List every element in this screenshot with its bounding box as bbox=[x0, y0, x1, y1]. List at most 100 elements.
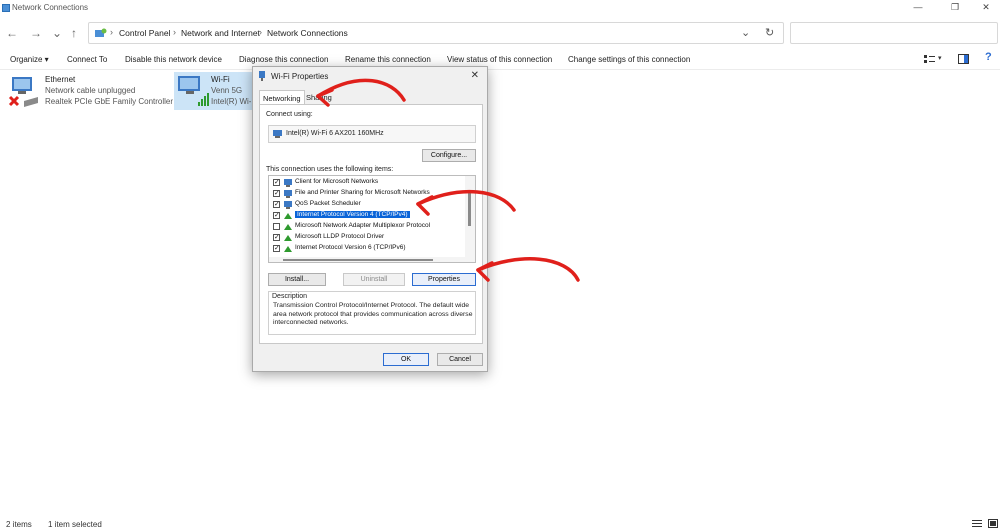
adapter-field: Intel(R) Wi-Fi 6 AX201 160MHz bbox=[268, 125, 476, 143]
component-label: Microsoft Network Adapter Multiplexor Pr… bbox=[295, 222, 431, 229]
list-item[interactable]: ✓ File and Printer Sharing for Microsoft… bbox=[271, 189, 467, 199]
search-input[interactable] bbox=[790, 22, 998, 44]
back-button[interactable]: ← bbox=[4, 26, 20, 40]
window-title: Network Connections bbox=[12, 3, 89, 12]
list-item-selected[interactable]: ✓ Internet Protocol Version 4 (TCP/IPv4) bbox=[271, 211, 467, 221]
cancel-button[interactable]: Cancel bbox=[437, 353, 483, 366]
connect-to-button[interactable]: Connect To bbox=[67, 55, 107, 64]
service-icon bbox=[284, 190, 292, 198]
network-adapter-icon bbox=[273, 130, 282, 138]
uninstall-button[interactable]: Uninstall bbox=[343, 273, 405, 286]
wifi-adapter-icon bbox=[178, 76, 209, 106]
description-text: Transmission Control Protocol/Internet P… bbox=[273, 302, 473, 326]
annotation-arrow bbox=[476, 257, 580, 282]
client-icon bbox=[284, 179, 292, 187]
view-options-icon[interactable] bbox=[924, 54, 936, 65]
rename-connection-button[interactable]: Rename this connection bbox=[345, 55, 431, 64]
networking-tab-panel: Connect using: Intel(R) Wi-Fi 6 AX201 16… bbox=[259, 104, 483, 344]
breadcrumb-separator: › bbox=[110, 27, 113, 37]
list-item[interactable]: ✓ Microsoft LLDP Protocol Driver bbox=[271, 233, 467, 243]
service-icon bbox=[284, 201, 292, 209]
properties-button[interactable]: Properties bbox=[412, 273, 476, 286]
protocol-icon bbox=[284, 235, 292, 241]
wifi-connection-item[interactable]: Wi-Fi Venn 5G Intel(R) Wi-... bbox=[174, 72, 254, 110]
address-dropdown-chevron-icon[interactable]: ⌄ bbox=[741, 26, 750, 39]
item-count: 2 items bbox=[6, 520, 32, 529]
dialog-title: Wi-Fi Properties bbox=[271, 72, 329, 81]
forward-button[interactable]: → bbox=[28, 26, 44, 40]
dialog-close-button[interactable]: ✕ bbox=[471, 70, 479, 81]
disable-device-button[interactable]: Disable this network device bbox=[125, 55, 222, 64]
component-label: Internet Protocol Version 4 (TCP/IPv4) bbox=[295, 211, 410, 218]
breadcrumb-separator: › bbox=[259, 27, 262, 37]
component-checkbox[interactable]: ✓ bbox=[273, 179, 280, 186]
change-settings-button[interactable]: Change settings of this connection bbox=[568, 55, 690, 64]
connection-name: Ethernet bbox=[45, 75, 76, 84]
wifi-properties-dialog: Wi-Fi Properties ✕ Networking Sharing Co… bbox=[252, 66, 488, 372]
list-item[interactable]: Microsoft Network Adapter Multiplexor Pr… bbox=[271, 222, 467, 232]
ethernet-adapter-icon bbox=[8, 77, 38, 107]
component-checkbox[interactable]: ✓ bbox=[273, 212, 280, 219]
component-label: QoS Packet Scheduler bbox=[295, 200, 361, 207]
up-button[interactable]: ↑ bbox=[66, 26, 82, 40]
connection-name: Wi-Fi bbox=[211, 75, 230, 84]
list-item[interactable]: ✓ Internet Protocol Version 6 (TCP/IPv6) bbox=[271, 244, 467, 254]
dialog-tabs: Networking Sharing bbox=[259, 90, 483, 106]
close-button[interactable]: ✕ bbox=[976, 2, 996, 13]
organize-menu[interactable]: Organize ▾ bbox=[10, 55, 49, 64]
protocol-icon bbox=[284, 213, 292, 219]
breadcrumb-control-panel[interactable]: Control Panel bbox=[119, 28, 171, 38]
view-status-button[interactable]: View status of this connection bbox=[447, 55, 552, 64]
component-checkbox[interactable]: ✓ bbox=[273, 234, 280, 241]
connection-adapter: Intel(R) Wi-... bbox=[211, 97, 251, 106]
minimize-button[interactable]: — bbox=[908, 2, 928, 12]
selection-count: 1 item selected bbox=[48, 520, 102, 529]
component-label: Internet Protocol Version 6 (TCP/IPv6) bbox=[295, 244, 406, 251]
breadcrumb-network-connections[interactable]: Network Connections bbox=[267, 28, 348, 38]
component-label: Client for Microsoft Networks bbox=[295, 178, 379, 185]
component-checkbox[interactable]: ✓ bbox=[273, 201, 280, 208]
vertical-scrollbar[interactable] bbox=[465, 176, 475, 262]
breadcrumb-separator: › bbox=[173, 27, 176, 37]
scrollbar-thumb[interactable] bbox=[283, 259, 433, 261]
preview-pane-icon[interactable] bbox=[958, 54, 969, 64]
control-panel-icon bbox=[95, 28, 107, 37]
component-checkbox[interactable]: ✓ bbox=[273, 245, 280, 252]
protocol-icon bbox=[284, 224, 292, 230]
help-icon[interactable]: ? bbox=[985, 51, 992, 63]
components-list[interactable]: ✓ Client for Microsoft Networks ✓ File a… bbox=[268, 175, 476, 263]
tab-sharing[interactable]: Sharing bbox=[306, 93, 332, 102]
list-item[interactable]: ✓ Client for Microsoft Networks bbox=[271, 178, 467, 188]
address-row: ← → ⌄ ↑ › Control Panel › Network and In… bbox=[0, 20, 1000, 46]
configure-button[interactable]: Configure... bbox=[422, 149, 476, 162]
install-button[interactable]: Install... bbox=[268, 273, 326, 286]
network-connections-icon bbox=[2, 4, 10, 12]
view-dropdown-icon[interactable]: ▾ bbox=[938, 54, 942, 62]
connection-adapter: Realtek PCIe GbE Family Controller bbox=[45, 97, 174, 106]
details-view-icon[interactable] bbox=[972, 520, 982, 528]
breadcrumb-network-and-internet[interactable]: Network and Internet bbox=[181, 28, 260, 38]
ethernet-connection-item[interactable]: Ethernet Network cable unplugged Realtek… bbox=[8, 75, 178, 113]
connection-status: Network cable unplugged bbox=[45, 86, 136, 95]
component-label: Microsoft LLDP Protocol Driver bbox=[295, 233, 385, 240]
items-label: This connection uses the following items… bbox=[266, 166, 394, 173]
refresh-button[interactable]: ↻ bbox=[765, 26, 774, 39]
description-group: Description Transmission Control Protoco… bbox=[268, 291, 476, 335]
large-icons-view-icon[interactable] bbox=[988, 519, 998, 528]
command-bar: Organize ▾ Connect To Disable this netwo… bbox=[0, 50, 1000, 70]
maximize-button[interactable]: ❐ bbox=[945, 2, 965, 13]
recent-locations-chevron-icon[interactable]: ⌄ bbox=[49, 26, 65, 40]
scrollbar-thumb[interactable] bbox=[468, 190, 471, 226]
list-item[interactable]: ✓ QoS Packet Scheduler bbox=[271, 200, 467, 210]
address-bar[interactable]: › Control Panel › Network and Internet ›… bbox=[88, 22, 784, 44]
adapter-name: Intel(R) Wi-Fi 6 AX201 160MHz bbox=[286, 130, 384, 137]
diagnose-connection-button[interactable]: Diagnose this connection bbox=[239, 55, 328, 64]
component-checkbox[interactable]: ✓ bbox=[273, 190, 280, 197]
horizontal-scrollbar[interactable] bbox=[269, 257, 467, 262]
connect-using-label: Connect using: bbox=[266, 111, 313, 118]
title-bar: Network Connections — ❐ ✕ bbox=[0, 0, 1000, 16]
connection-status: Venn 5G bbox=[211, 86, 243, 95]
component-checkbox[interactable] bbox=[273, 223, 280, 230]
ok-button[interactable]: OK bbox=[383, 353, 429, 366]
component-label: File and Printer Sharing for Microsoft N… bbox=[295, 189, 430, 196]
